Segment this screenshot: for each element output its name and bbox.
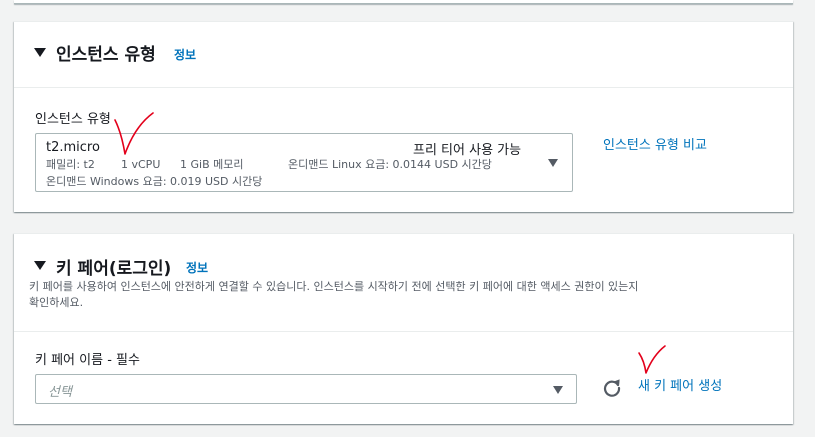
instance-family: 패밀리: t2 xyxy=(46,158,95,171)
free-tier-label: 프리 티어 사용 가능 xyxy=(413,143,522,158)
key-pair-divider xyxy=(14,331,793,332)
instance-vcpu: 1 vCPU xyxy=(121,158,161,171)
key-pair-description-line1: 키 페어를 사용하여 인스턴스에 안전하게 연결할 수 있습니다. 인스턴스를 … xyxy=(29,280,639,293)
key-pair-info-link[interactable]: 정보 xyxy=(186,259,208,276)
caret-down-icon[interactable] xyxy=(34,48,46,57)
key-pair-select[interactable]: 선택 xyxy=(35,374,577,404)
instance-windows-price: 온디맨드 Windows 요금: 0.019 USD 시간당 xyxy=(46,175,263,188)
instance-type-panel: 인스턴스 유형 정보 인스턴스 유형 t2.micro 프리 티어 사용 가능 … xyxy=(14,21,793,212)
dropdown-arrow-icon[interactable] xyxy=(553,386,563,394)
dropdown-arrow-icon[interactable] xyxy=(548,159,558,167)
key-pair-select-placeholder: 선택 xyxy=(48,385,72,400)
instance-type-name: t2.micro xyxy=(46,140,100,155)
key-pair-title: 키 페어(로그인) xyxy=(56,259,172,279)
instance-type-title: 인스턴스 유형 xyxy=(56,45,156,65)
instance-memory: 1 GiB 메모리 xyxy=(180,158,244,171)
compare-instance-types-link[interactable]: 인스턴스 유형 비교 xyxy=(603,134,707,153)
instance-linux-price: 온디맨드 Linux 요금: 0.0144 USD 시간당 xyxy=(288,158,492,171)
instance-type-field-label: 인스턴스 유형 xyxy=(35,112,111,127)
create-key-pair-link[interactable]: 새 키 페어 생성 xyxy=(638,375,722,394)
caret-down-icon[interactable] xyxy=(34,261,46,270)
key-pair-description-line2: 확인하세요. xyxy=(29,296,84,309)
instance-type-divider xyxy=(14,87,793,88)
key-pair-panel: 키 페어(로그인) 정보 키 페어를 사용하여 인스턴스에 안전하게 연결할 수… xyxy=(14,233,793,424)
refresh-icon[interactable] xyxy=(600,376,624,400)
key-pair-field-label: 키 페어 이름 - 필수 xyxy=(35,353,140,368)
instance-type-info-link[interactable]: 정보 xyxy=(174,46,196,63)
previous-panel-edge xyxy=(14,0,793,4)
instance-type-select[interactable]: t2.micro 프리 티어 사용 가능 패밀리: t2 1 vCPU 1 Gi… xyxy=(35,133,573,192)
